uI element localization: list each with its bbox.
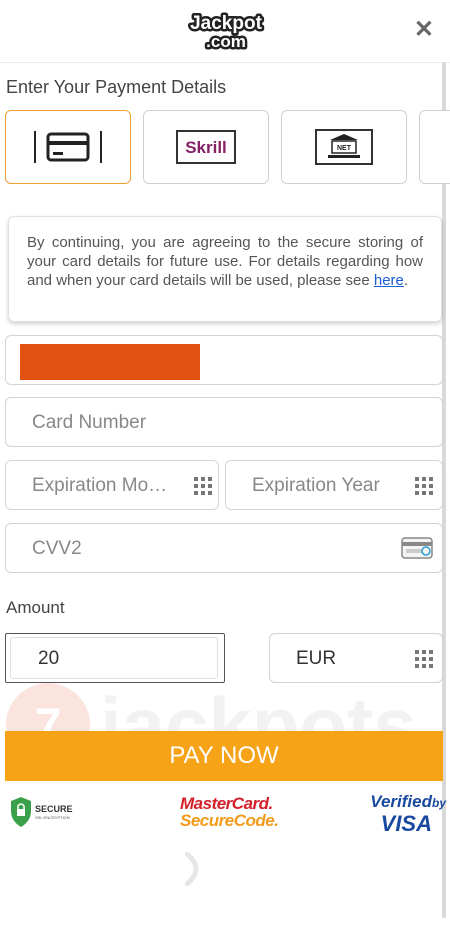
payment-section-title: Enter Your Payment Details (6, 77, 227, 97)
top-bar: Jackpot .com ✕ (0, 0, 450, 63)
pay-now-button[interactable]: PAY NOW (5, 731, 443, 781)
expiration-month-select[interactable]: Expiration Mo… (5, 460, 219, 510)
notice-suffix: . (403, 272, 409, 289)
svg-text:NET: NET (337, 145, 352, 152)
amount-value: 20 (38, 648, 60, 669)
card-number-field[interactable]: Card Number (5, 397, 443, 447)
payment-method-netbanking[interactable]: NET (281, 110, 407, 184)
skrill-logo: Skrill (176, 130, 236, 164)
grid-icon (415, 477, 433, 495)
loading-spinner-icon (185, 852, 199, 886)
secure-sub: SSL ENCRYPTION (35, 815, 70, 820)
payment-method-skrill[interactable]: Skrill (143, 110, 269, 184)
mastercard-line2: SecureCode. (180, 811, 279, 830)
cardholder-name-field[interactable] (5, 335, 443, 385)
payment-method-more[interactable] (419, 110, 450, 184)
jackpot-logo: Jackpot .com (188, 12, 265, 52)
close-icon[interactable]: ✕ (414, 18, 434, 42)
secure-label: SECURE (35, 804, 73, 814)
cvv-placeholder: CVV2 (32, 538, 82, 559)
notice-text: By continuing, you are agreeing to the s… (27, 234, 423, 289)
visa-by: by (431, 796, 446, 810)
currency-select[interactable]: EUR (269, 633, 443, 683)
redacted-bar (20, 344, 200, 380)
visa-line2: VISA (380, 811, 432, 836)
mastercard-securecode-badge: MasterCard. SecureCode. (180, 794, 279, 831)
notice-here-link[interactable]: here (374, 272, 404, 289)
svg-text:Skrill: Skrill (185, 138, 227, 157)
visa-line1: Verified (370, 792, 432, 811)
card-number-placeholder: Card Number (32, 412, 147, 433)
cvv-field[interactable]: CVV2 (5, 523, 443, 573)
expiration-year-placeholder: Expiration Year (252, 475, 380, 496)
amount-input[interactable]: 20 (5, 633, 225, 683)
payment-method-card[interactable] (5, 110, 131, 184)
cvv-card-icon (401, 537, 433, 559)
mastercard-line1: MasterCard. (180, 794, 273, 813)
expiration-month-placeholder: Expiration Mo… (32, 475, 168, 496)
verified-by-visa-badge: Verifiedby VISA (360, 792, 446, 836)
currency-value: EUR (296, 648, 337, 669)
shield-lock-icon: SECURE SSL ENCRYPTION (11, 797, 73, 827)
amount-label: Amount (6, 598, 65, 617)
credit-card-icon (34, 131, 102, 163)
expiration-year-select[interactable]: Expiration Year (225, 460, 443, 510)
secure-ssl-badge: SECURE SSL ENCRYPTION (10, 796, 80, 828)
grid-icon (194, 477, 212, 495)
bank-icon: NET (315, 129, 373, 165)
svg-text:Jackpot: Jackpot (190, 13, 262, 34)
card-storage-notice: By continuing, you are agreeing to the s… (8, 216, 442, 322)
grid-icon (415, 650, 433, 668)
svg-text:.com: .com (206, 32, 246, 51)
